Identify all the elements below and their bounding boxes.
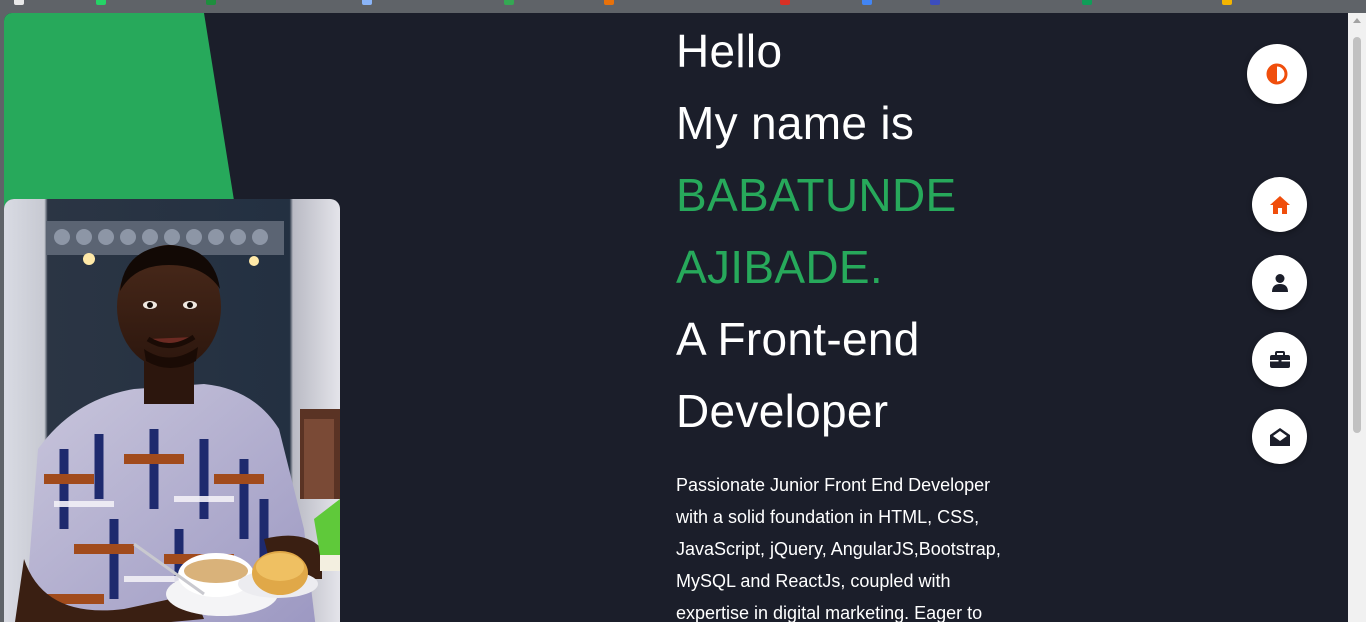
portrait-image xyxy=(4,199,340,622)
bookmark-icon[interactable] xyxy=(604,0,614,5)
bio-line: JavaScript, jQuery, AngularJS,Bootstrap, xyxy=(676,539,1001,559)
scroll-up-arrow-icon[interactable] xyxy=(1353,18,1361,23)
nav-home-button[interactable] xyxy=(1252,177,1307,232)
home-icon xyxy=(1269,195,1290,214)
bio-line: MySQL and ReactJs, coupled with xyxy=(676,571,951,591)
nav-about-button[interactable] xyxy=(1252,255,1307,310)
hero-intro: My name is xyxy=(676,97,915,149)
hero-heading: Hello My name is BABATUNDE AJIBADE. A Fr… xyxy=(676,15,1196,447)
hero-greeting: Hello xyxy=(676,25,783,77)
briefcase-icon xyxy=(1269,350,1290,368)
hero-role-line2: Developer xyxy=(676,385,889,437)
whatsapp-icon[interactable] xyxy=(96,0,106,5)
page-viewport: Hello My name is BABATUNDE AJIBADE. A Fr… xyxy=(4,13,1348,622)
envelope-open-icon xyxy=(1269,427,1290,446)
nav-portfolio-button[interactable] xyxy=(1252,332,1307,387)
bookmark-icon[interactable] xyxy=(1082,0,1092,5)
browser-bookmarks-bar xyxy=(0,0,1366,13)
folder-icon[interactable] xyxy=(1222,0,1232,5)
bookmark-icon[interactable] xyxy=(780,0,790,5)
contrast-icon xyxy=(1266,63,1288,85)
hero-role-line1: A Front-end xyxy=(676,313,920,365)
bookmark-icon[interactable] xyxy=(504,0,514,5)
bio-line: with a solid foundation in HTML, CSS, xyxy=(676,507,980,527)
sheets-icon[interactable] xyxy=(206,0,216,5)
bio-line: Passionate Junior Front End Developer xyxy=(676,475,991,495)
bio-line: expertise in digital marketing. Eager to xyxy=(676,603,983,622)
hero-first-name: BABATUNDE xyxy=(676,169,957,221)
user-icon xyxy=(1271,273,1288,292)
bookmark-icon[interactable] xyxy=(862,0,872,5)
decorative-green-shape xyxy=(4,13,236,213)
bookmark-icon[interactable] xyxy=(14,0,24,5)
profile-photo xyxy=(4,199,340,622)
bio-paragraph: Passionate Junior Front End Developer wi… xyxy=(676,469,1048,622)
hero-last-name: AJIBADE. xyxy=(676,241,883,293)
bookmark-icon[interactable] xyxy=(930,0,940,5)
theme-toggle-button[interactable] xyxy=(1247,44,1307,104)
bookmark-icon[interactable] xyxy=(362,0,372,5)
page-scrollbar[interactable] xyxy=(1348,13,1366,622)
nav-contact-button[interactable] xyxy=(1252,409,1307,464)
scrollbar-thumb[interactable] xyxy=(1353,37,1361,433)
